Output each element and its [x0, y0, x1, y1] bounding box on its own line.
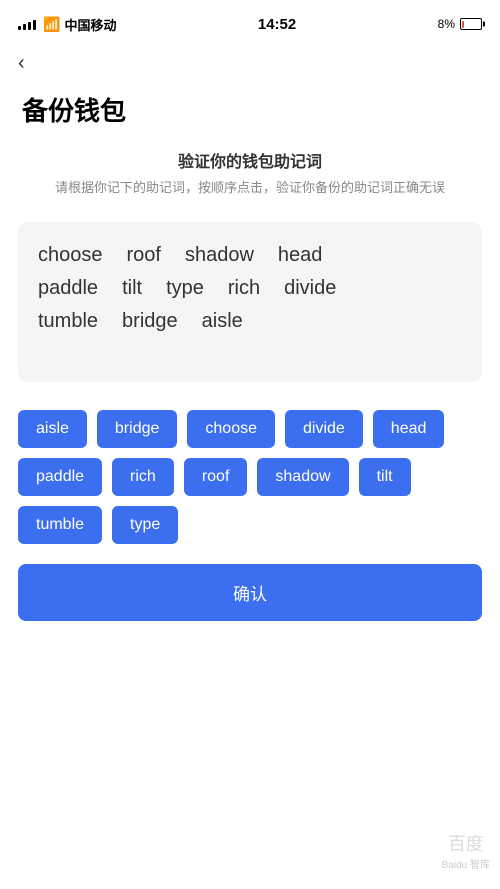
watermark: 百度 Baidu 智库: [442, 830, 490, 871]
word-btn-bridge[interactable]: bridge: [97, 410, 177, 448]
verify-section-header: 验证你的钱包助记词 请根据你记下的助记词，按顺序点击，验证你备份的助记词正确无误: [0, 148, 500, 208]
display-word-type: type: [166, 277, 204, 300]
display-word-tumble: tumble: [38, 310, 98, 333]
word-display-box: choose roof shadow head paddle tilt type…: [18, 222, 482, 382]
word-display-row-2: paddle tilt type rich divide: [38, 277, 462, 300]
display-word-tilt: tilt: [122, 277, 142, 300]
display-word-paddle: paddle: [38, 277, 98, 300]
verify-title: 验证你的钱包助记词: [20, 148, 480, 172]
status-right: 8%: [438, 17, 482, 31]
word-display-row-1: choose roof shadow head: [38, 244, 462, 267]
word-btn-tilt[interactable]: tilt: [359, 458, 411, 496]
word-btn-type[interactable]: type: [112, 506, 178, 544]
word-btn-divide[interactable]: divide: [285, 410, 363, 448]
verify-description: 请根据你记下的助记词，按顺序点击，验证你备份的助记词正确无误: [20, 178, 480, 198]
battery-percent-label: 8%: [438, 17, 455, 31]
display-word-choose: choose: [38, 244, 103, 267]
wifi-icon: 📶: [43, 16, 60, 33]
display-word-aisle: aisle: [202, 310, 243, 333]
confirm-button-container: 确认: [0, 558, 500, 641]
word-btn-choose[interactable]: choose: [187, 410, 275, 448]
page-title: 备份钱包: [0, 83, 500, 148]
display-word-rich: rich: [228, 277, 260, 300]
word-btn-roof[interactable]: roof: [184, 458, 248, 496]
signal-icon: [18, 18, 36, 30]
confirm-button[interactable]: 确认: [18, 564, 482, 621]
back-button[interactable]: ‹: [0, 44, 43, 83]
display-word-divide: divide: [284, 277, 336, 300]
status-time: 14:52: [258, 16, 296, 33]
word-display-row-3: tumble bridge aisle: [38, 310, 462, 333]
display-word-roof: roof: [127, 244, 161, 267]
word-buttons-container: aisle bridge choose divide head paddle r…: [0, 396, 500, 558]
word-btn-shadow[interactable]: shadow: [257, 458, 348, 496]
word-btn-tumble[interactable]: tumble: [18, 506, 102, 544]
word-btn-paddle[interactable]: paddle: [18, 458, 102, 496]
word-btn-head[interactable]: head: [373, 410, 445, 448]
word-btn-aisle[interactable]: aisle: [18, 410, 87, 448]
display-word-bridge: bridge: [122, 310, 178, 333]
display-word-head: head: [278, 244, 323, 267]
word-btn-rich[interactable]: rich: [112, 458, 174, 496]
status-left: 📶 中国移动: [18, 15, 116, 34]
display-word-shadow: shadow: [185, 244, 254, 267]
carrier-label: 中国移动: [64, 15, 116, 34]
battery-icon: [460, 18, 482, 30]
status-bar: 📶 中国移动 14:52 8%: [0, 0, 500, 44]
